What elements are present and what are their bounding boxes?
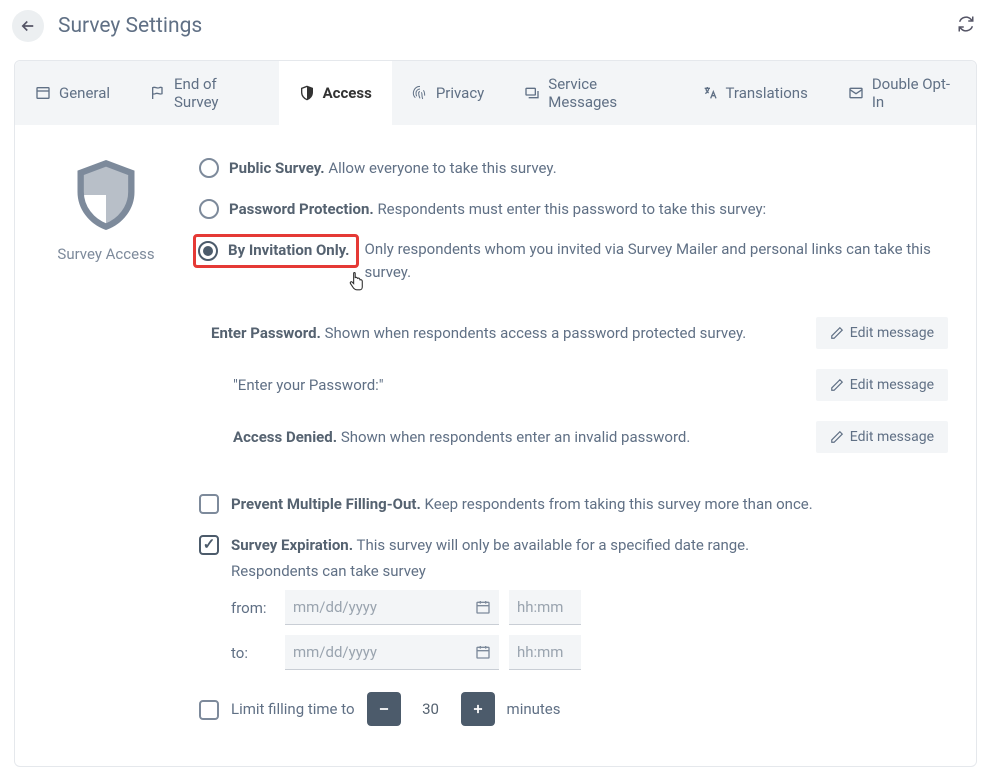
limit-label: Limit filling time to [231, 700, 355, 718]
option-by-invitation[interactable]: By Invitation Only. Only respondents who… [199, 238, 948, 283]
window-icon [35, 85, 51, 101]
message-access-denied: Access Denied. Shown when respondents en… [233, 421, 948, 453]
calendar-icon [475, 599, 491, 615]
radio-invitation[interactable] [198, 241, 218, 261]
radio-password[interactable] [199, 199, 219, 219]
expiration-sub-label: Respondents can take survey [231, 562, 948, 580]
calendar-icon [475, 644, 491, 660]
to-time-input[interactable]: hh:mm [509, 635, 581, 670]
plus-icon [471, 702, 485, 716]
option-password-protection[interactable]: Password Protection. Respondents must en… [199, 198, 948, 221]
section-icon-block: Survey Access [39, 157, 173, 726]
limit-unit: minutes [507, 700, 561, 718]
radio-public[interactable] [199, 158, 219, 178]
shield-large-icon [68, 157, 144, 233]
from-date-input[interactable]: mm/dd/yyyy [285, 590, 499, 625]
page-title: Survey Settings [58, 14, 202, 38]
refresh-icon [957, 15, 975, 33]
flag-icon [150, 85, 166, 101]
message-quoted-text: "Enter your Password:" Edit message [233, 369, 948, 401]
section-label: Survey Access [39, 245, 173, 263]
message-enter-password: Enter Password. Shown when respondents a… [211, 317, 948, 349]
edit-message-button-2[interactable]: Edit message [816, 369, 948, 401]
option-prevent-multiple[interactable]: Prevent Multiple Filling-Out. Keep respo… [199, 493, 948, 516]
edit-message-button-1[interactable]: Edit message [816, 317, 948, 349]
minus-icon [377, 702, 391, 716]
pencil-icon [830, 378, 844, 392]
back-button[interactable] [12, 10, 44, 42]
tab-translations[interactable]: Translations [682, 61, 828, 125]
refresh-button[interactable] [957, 15, 975, 37]
option-survey-expiration[interactable]: Survey Expiration. This survey will only… [199, 534, 948, 557]
option-public-survey[interactable]: Public Survey. Allow everyone to take th… [199, 157, 948, 180]
increment-button[interactable] [461, 692, 495, 726]
highlight-annotation: By Invitation Only. [193, 234, 359, 268]
tab-double-opt-in[interactable]: Double Opt-In [828, 61, 976, 125]
tab-end-of-survey[interactable]: End of Survey [130, 61, 279, 125]
translate-icon [702, 85, 718, 101]
from-time-input[interactable]: hh:mm [509, 590, 581, 625]
limit-value: 30 [413, 700, 449, 718]
decrement-button[interactable] [367, 692, 401, 726]
pencil-icon [830, 430, 844, 444]
checkbox-limit-filling-time[interactable] [199, 700, 219, 720]
tab-access[interactable]: Access [279, 61, 392, 125]
tabs: General End of Survey Access Privacy Ser… [15, 61, 976, 125]
to-date-input[interactable]: mm/dd/yyyy [285, 635, 499, 670]
edit-message-button-3[interactable]: Edit message [816, 421, 948, 453]
pencil-icon [830, 326, 844, 340]
checkbox-survey-expiration[interactable] [199, 535, 219, 555]
checkbox-prevent-multiple[interactable] [199, 494, 219, 514]
fingerprint-icon [412, 85, 428, 101]
tab-service-messages[interactable]: Service Messages [504, 61, 681, 125]
tab-privacy[interactable]: Privacy [392, 61, 504, 125]
arrow-left-icon [19, 17, 37, 35]
messages-icon [524, 85, 540, 101]
envelope-icon [848, 85, 864, 101]
to-label: to: [231, 644, 275, 662]
shield-icon [299, 85, 315, 101]
from-label: from: [231, 599, 275, 617]
tab-general[interactable]: General [15, 61, 130, 125]
